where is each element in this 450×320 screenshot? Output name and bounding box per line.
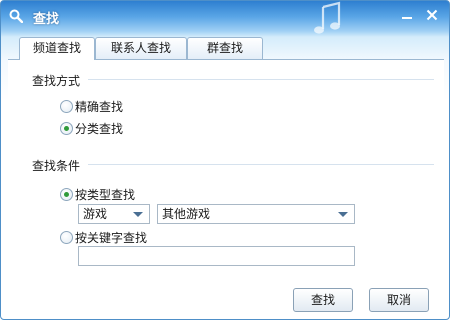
minimize-icon — [401, 9, 413, 24]
close-button[interactable] — [422, 7, 442, 25]
radio-label: 按类型查找 — [75, 188, 136, 202]
search-button[interactable]: 查找 — [293, 288, 353, 312]
radio-indicator — [60, 231, 73, 244]
radio-label: 按关键字查找 — [75, 231, 148, 245]
section-divider — [88, 164, 434, 165]
tab-panel: 查找方式 精确查找 分类查找 查找条件 按类型查找 游戏 其他游戏 按关键字查找 — [8, 59, 444, 281]
radio-label: 分类查找 — [75, 122, 124, 136]
radio-by-type[interactable]: 按类型查找 — [60, 186, 135, 203]
radio-exact-search[interactable]: 精确查找 — [60, 98, 123, 115]
radio-indicator — [60, 122, 73, 135]
category-select[interactable]: 游戏 — [78, 204, 150, 224]
search-dialog: 查找 频道查找 联系人查找 群查找 查找方式 精确查找 分类查找 查找条件 按类… — [0, 0, 450, 320]
category-select-value: 游戏 — [83, 207, 108, 221]
search-icon — [9, 9, 24, 24]
chevron-down-icon — [338, 212, 348, 217]
music-note-icon — [309, 1, 349, 39]
search-mode-title: 查找方式 — [32, 74, 81, 88]
conditions-title: 查找条件 — [32, 159, 81, 173]
chevron-down-icon — [133, 212, 143, 217]
tab-group-search[interactable]: 群查找 — [187, 37, 263, 59]
title-bar[interactable]: 查找 — [1, 1, 449, 34]
minimize-button[interactable] — [397, 7, 417, 25]
keyword-input[interactable] — [78, 246, 355, 266]
tab-channel-search[interactable]: 频道查找 — [19, 37, 95, 60]
subcategory-select[interactable]: 其他游戏 — [157, 204, 355, 224]
tab-contact-search[interactable]: 联系人查找 — [95, 37, 187, 59]
radio-indicator — [60, 188, 73, 201]
subcategory-select-value: 其他游戏 — [162, 207, 211, 221]
cancel-button[interactable]: 取消 — [369, 288, 429, 312]
dialog-title: 查找 — [33, 12, 60, 27]
radio-category-search[interactable]: 分类查找 — [60, 120, 123, 137]
close-icon — [426, 9, 438, 24]
radio-label: 精确查找 — [75, 100, 124, 114]
section-divider — [88, 79, 434, 80]
radio-indicator — [60, 100, 73, 113]
radio-by-keyword[interactable]: 按关键字查找 — [60, 229, 147, 246]
